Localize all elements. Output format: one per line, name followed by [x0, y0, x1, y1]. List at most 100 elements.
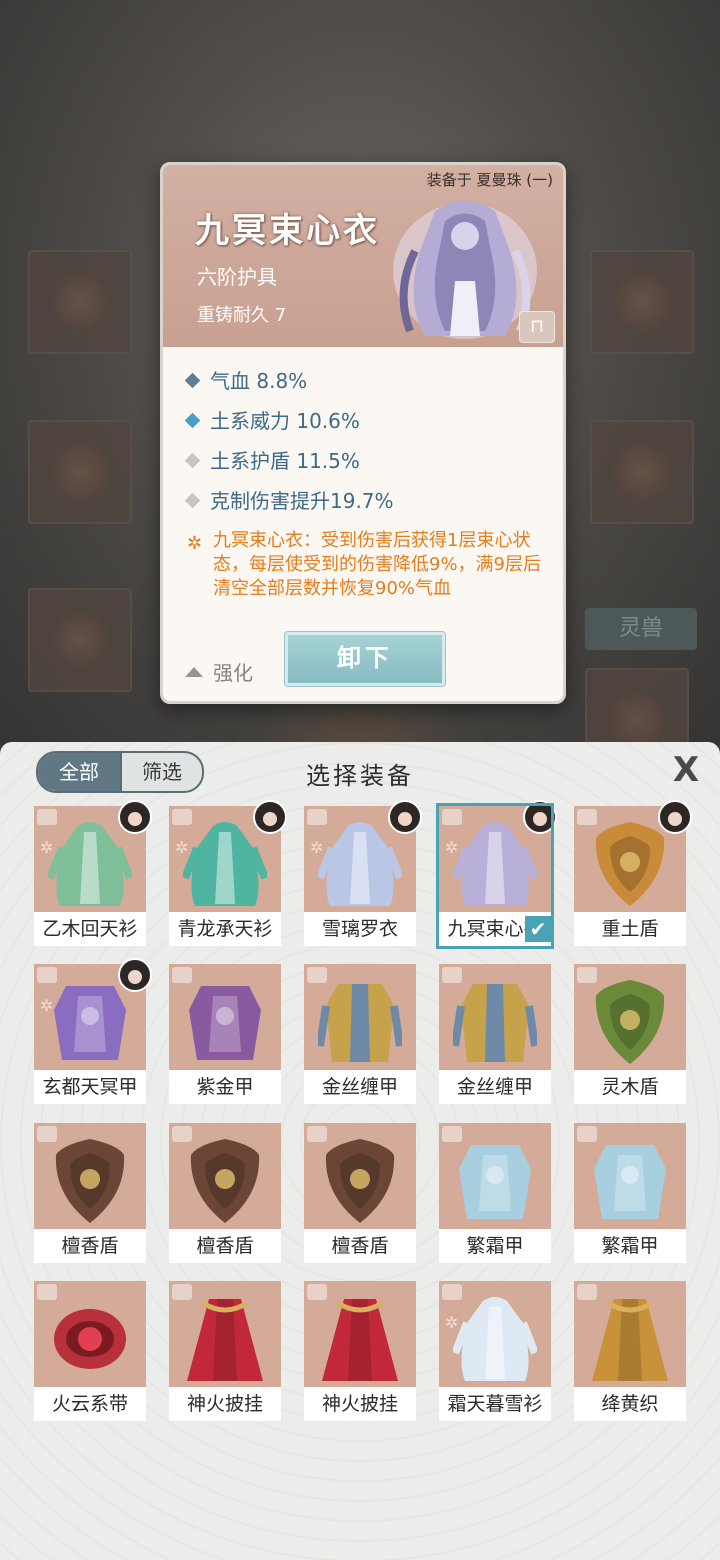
armor-slot-icon	[307, 1284, 327, 1300]
item-art	[187, 1299, 263, 1381]
bg-equip-slot	[585, 668, 689, 750]
equipped-to-label: 装备于 夏曼珠 (一)	[426, 171, 553, 189]
equipment-grid: ✲ 乙木回天衫 ✲ 青龙承天衫 ✲ 雪璃罗衣 ✲ 九冥束心衣 ✔ 重土盾 ✲ 玄都天冥甲 紫金甲 金丝缠甲…	[34, 800, 694, 1446]
bg-equip-slot	[28, 588, 132, 692]
item-label: 繁霜甲	[439, 1229, 551, 1263]
unequip-button[interactable]: 卸下	[285, 632, 445, 686]
armor-slot-icon	[442, 1126, 462, 1142]
equipment-item[interactable]: 神火披挂	[304, 1281, 416, 1421]
stat-row: 气血 8.8%	[184, 365, 308, 394]
armor-slot-icon	[172, 1284, 192, 1300]
stat-text: 土系护盾 11.5%	[210, 449, 360, 473]
equipment-item[interactable]: ✲ 雪璃罗衣	[304, 800, 422, 946]
item-label: 乙木回天衫	[34, 912, 146, 946]
item-tile: ✲	[439, 1281, 551, 1387]
equipped-character-avatar	[388, 800, 422, 834]
equipment-item[interactable]: 檀香盾	[169, 1123, 281, 1263]
equipment-item[interactable]: ✲ 霜天暮雪衫	[439, 1281, 551, 1421]
item-label: 绛黄织	[574, 1387, 686, 1421]
stat-row: 土系护盾 11.5%	[184, 445, 360, 474]
equipped-character-avatar	[118, 800, 152, 834]
stat-text: 气血 8.8%	[210, 369, 308, 393]
armor-slot-icon	[442, 967, 462, 983]
item-art	[592, 1299, 668, 1381]
equipment-item[interactable]: ✲ 玄都天冥甲	[34, 958, 152, 1104]
item-label: 雪璃罗衣	[304, 912, 416, 946]
lock-button[interactable]: ⊓	[519, 311, 555, 343]
item-tile	[439, 964, 551, 1070]
equipment-item[interactable]: ✲ 九冥束心衣 ✔	[436, 800, 557, 949]
item-art	[595, 980, 665, 1064]
item-art	[453, 1297, 537, 1381]
equipment-item[interactable]: 檀香盾	[304, 1123, 416, 1263]
item-art	[318, 822, 402, 906]
item-label: 霜天暮雪衫	[439, 1387, 551, 1421]
equipment-item[interactable]: 繁霜甲	[574, 1123, 686, 1263]
item-name: 九冥束心衣	[195, 211, 380, 251]
armor-slot-icon	[307, 809, 327, 825]
armor-slot-icon	[172, 967, 192, 983]
armor-slot-icon	[37, 1126, 57, 1142]
item-tile	[574, 1281, 686, 1387]
item-art	[318, 984, 402, 1062]
set-effect: ✲ 九冥束心衣：受到伤害后获得1层束心状态，每层使受到的伤害降低9%，满9层后清…	[187, 529, 547, 601]
item-tier: 六阶护具	[197, 265, 277, 289]
item-art	[594, 1145, 666, 1219]
armor-slot-icon	[577, 1126, 597, 1142]
item-tile	[34, 1281, 146, 1387]
item-tile	[169, 1123, 281, 1229]
item-tile	[574, 1123, 686, 1229]
item-art	[453, 984, 537, 1062]
diamond-icon	[184, 452, 201, 469]
equipment-item[interactable]: 火云系带	[34, 1281, 146, 1421]
armor-slot-icon	[307, 1126, 327, 1142]
equipment-item[interactable]: ✲ 青龙承天衫	[169, 800, 287, 946]
diamond-icon	[184, 412, 201, 429]
item-art	[325, 1139, 395, 1223]
item-tile	[169, 1281, 281, 1387]
stat-text: 土系威力 10.6%	[210, 409, 360, 433]
equipment-item[interactable]: 金丝缠甲	[439, 964, 551, 1104]
bg-equip-slot	[28, 420, 132, 524]
set-effect-text: 九冥束心衣：受到伤害后获得1层束心状态，每层使受到的伤害降低9%，满9层后清空全…	[213, 530, 542, 599]
bg-equip-slot	[590, 420, 694, 524]
armor-slot-icon	[307, 967, 327, 983]
equipment-item[interactable]: 紫金甲	[169, 964, 281, 1104]
upgrade-button[interactable]: 强化	[185, 657, 253, 686]
bg-equip-slot	[28, 250, 132, 354]
item-label: 檀香盾	[34, 1229, 146, 1263]
item-label: 玄都天冥甲	[34, 1070, 146, 1104]
armor-slot-icon	[37, 809, 57, 825]
equipped-character-avatar	[253, 800, 287, 834]
select-equipment-panel: 全部 筛选 选择装备 X ✲ 乙木回天衫 ✲ 青龙承天衫 ✲ 雪璃罗衣 ✲ 九冥束心衣 ✔ 重土盾…	[0, 742, 720, 1560]
equipment-item[interactable]: 檀香盾	[34, 1123, 146, 1263]
close-button[interactable]: X	[670, 752, 702, 788]
item-tile	[304, 964, 416, 1070]
equipment-item[interactable]: ✲ 乙木回天衫	[34, 800, 152, 946]
equipment-item[interactable]: 重土盾	[574, 800, 692, 946]
item-label: 火云系带	[34, 1387, 146, 1421]
diamond-icon	[184, 372, 201, 389]
set-effect-icon: ✲	[445, 1313, 459, 1332]
set-effect-icon: ✲	[40, 838, 54, 857]
bg-equip-slot	[590, 250, 694, 354]
equipped-character-avatar	[658, 800, 692, 834]
item-tile	[574, 964, 686, 1070]
armor-slot-icon	[577, 809, 597, 825]
item-tile	[439, 1123, 551, 1229]
equipment-item[interactable]: 绛黄织	[574, 1281, 686, 1421]
equipment-item[interactable]: 金丝缠甲	[304, 964, 416, 1104]
card-header: 装备于 夏曼珠 (一) 九冥束心衣 六阶护具 重铸耐久 7 ⊓	[163, 165, 563, 347]
equipment-item[interactable]: 繁霜甲	[439, 1123, 551, 1263]
spirit-beast-tab: 灵兽	[585, 608, 697, 650]
item-art	[183, 822, 267, 906]
item-label: 金丝缠甲	[304, 1070, 416, 1104]
item-label: 青龙承天衫	[169, 912, 281, 946]
item-label: 檀香盾	[304, 1229, 416, 1263]
item-label: 檀香盾	[169, 1229, 281, 1263]
item-tile	[304, 1281, 416, 1387]
armor-slot-icon	[37, 1284, 57, 1300]
equipment-item[interactable]: 神火披挂	[169, 1281, 281, 1421]
equipment-item[interactable]: 灵木盾	[574, 964, 686, 1104]
set-effect-icon: ✲	[310, 838, 324, 857]
